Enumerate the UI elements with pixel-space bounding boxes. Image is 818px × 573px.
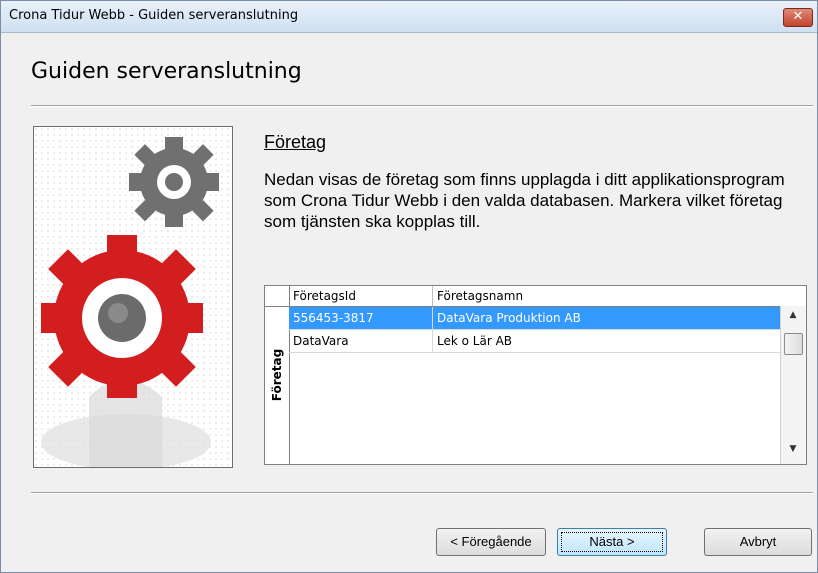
column-header-id[interactable]: FöretagsId	[289, 286, 433, 306]
wizard-heading: Guiden serveranslutning	[31, 59, 302, 84]
focus-rectangle	[561, 532, 663, 552]
grid-side-panel: Företag	[265, 286, 290, 464]
red-gear-icon	[41, 235, 203, 398]
top-divider	[31, 105, 813, 107]
next-button[interactable]: Nästa >	[557, 528, 667, 556]
grid-scrollbar[interactable]: ▲ ▼	[780, 306, 806, 464]
back-button[interactable]: < Föregående	[436, 528, 546, 556]
gray-gear-icon	[129, 137, 219, 227]
window-title: Crona Tidur Webb - Guiden serveranslutni…	[9, 8, 299, 23]
grid-header: FöretagsId Företagsnamn	[289, 286, 781, 307]
cell-company-id: DataVara	[289, 330, 433, 352]
table-row[interactable]: DataVara Lek o Lär AB	[289, 330, 781, 353]
column-header-name[interactable]: Företagsnamn	[433, 286, 781, 306]
cancel-button[interactable]: Avbryt	[704, 528, 812, 556]
instruction-text: Nedan visas de företag som finns upplagd…	[264, 170, 785, 231]
table-row[interactable]: 556453-3817 DataVara Produktion AB	[289, 307, 781, 330]
section-title: Företag	[264, 132, 327, 152]
wizard-illustration	[33, 126, 233, 468]
cell-company-name: DataVara Produktion AB	[437, 311, 581, 325]
close-icon: ✕	[792, 9, 804, 24]
bottom-divider	[31, 492, 813, 494]
cell-company-id: 556453-3817	[289, 307, 433, 329]
wizard-window: Crona Tidur Webb - Guiden serveranslutni…	[0, 0, 818, 573]
close-button[interactable]: ✕	[783, 8, 813, 27]
gears-icon	[34, 127, 232, 467]
grid-side-label: Företag	[270, 348, 284, 402]
title-bar: Crona Tidur Webb - Guiden serveranslutni…	[1, 1, 817, 33]
cell-company-name: Lek o Lär AB	[437, 334, 513, 348]
scroll-up-arrow-icon[interactable]: ▲	[781, 310, 805, 326]
company-grid[interactable]: Företag FöretagsId Företagsnamn 556453-3…	[264, 285, 807, 465]
scroll-thumb[interactable]	[784, 333, 803, 355]
scroll-down-arrow-icon[interactable]: ▼	[781, 444, 805, 460]
